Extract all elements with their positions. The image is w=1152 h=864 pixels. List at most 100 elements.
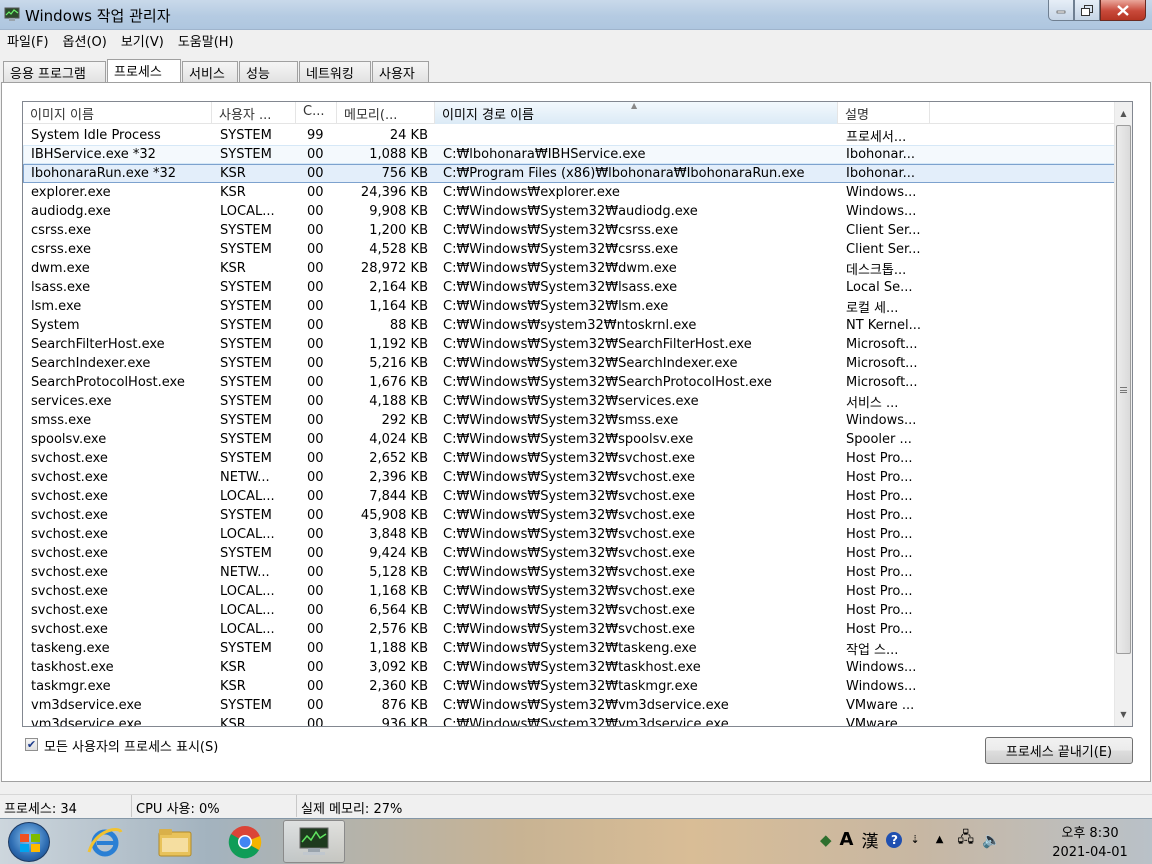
process-description-cell: 작업 스... (846, 643, 899, 658)
process-user-cell: KSR (220, 679, 246, 694)
ime-mode-icon[interactable]: A (840, 829, 854, 850)
table-row[interactable]: csrss.exe SYSTEM 00 4,528 KB C:₩Windows₩Syst… (23, 240, 1115, 259)
table-row[interactable]: lsm.exe SYSTEM 00 1,164 KB C:₩Windows₩System… (23, 297, 1115, 316)
taskbar-internet-explorer[interactable] (74, 820, 136, 863)
process-path-cell: C:₩Windows₩System32₩spoolsv.exe (443, 432, 694, 447)
process-list[interactable]: 이미지 이름 사용자 ... C... 메모리(... 이미지 경로 이름 ▲ … (22, 101, 1133, 727)
show-hidden-icons-icon[interactable]: ▲ (936, 834, 944, 845)
column-memory[interactable]: 메모리(... (337, 102, 435, 124)
clock-date: 2021-04-01 (1052, 845, 1128, 860)
process-description-cell: NT Kernel... (846, 318, 922, 333)
process-cpu-cell: 00 (307, 337, 324, 352)
table-row[interactable]: vm3dservice.exe SYSTEM 00 876 KB C:₩Windows₩… (23, 696, 1115, 715)
table-row[interactable]: vm3dservice.exe KSR 00 936 KB C:₩Windows₩Sys… (23, 715, 1115, 726)
process-path-cell: C:₩Program Files (x86)₩lbohonara₩Ibohona… (443, 166, 805, 181)
end-process-button[interactable]: 프로세스 끝내기(E) (985, 737, 1133, 764)
table-row[interactable]: svchost.exe SYSTEM 00 2,652 KB C:₩Windows₩Sy… (23, 449, 1115, 468)
table-row[interactable]: SearchProtocolHost.exe SYSTEM 00 1,676 KB C:… (23, 373, 1115, 392)
table-row[interactable]: svchost.exe SYSTEM 00 45,908 KB C:₩Windows₩S… (23, 506, 1115, 525)
table-row[interactable]: svchost.exe NETW... 00 2,396 KB C:₩Windows₩S… (23, 468, 1115, 487)
language-bar-icon[interactable]: ◆ (820, 831, 832, 849)
table-row[interactable]: svchost.exe NETW... 00 5,128 KB C:₩Windows₩S… (23, 563, 1115, 582)
table-row[interactable]: taskmgr.exe KSR 00 2,360 KB C:₩Windows₩Syste… (23, 677, 1115, 696)
tab-services[interactable]: 서비스 (182, 61, 238, 82)
tab-applications[interactable]: 응용 프로그램 (3, 61, 106, 82)
process-memory-cell: 28,972 KB (360, 261, 428, 276)
process-user-cell: SYSTEM (220, 641, 272, 656)
close-button[interactable] (1100, 0, 1146, 21)
table-row[interactable]: services.exe SYSTEM 00 4,188 KB C:₩Windows₩S… (23, 392, 1115, 411)
menu-view[interactable]: 보기(V) (114, 30, 171, 50)
process-cpu-cell: 00 (307, 185, 324, 200)
tab-users[interactable]: 사용자 (372, 61, 429, 82)
table-row[interactable]: audiodg.exe LOCAL... 00 9,908 KB C:₩Windows₩… (23, 202, 1115, 221)
maximize-button[interactable] (1074, 0, 1100, 21)
column-user-name[interactable]: 사용자 ... (212, 102, 296, 124)
taskbar-chrome[interactable] (214, 820, 276, 863)
ime-hanja-icon[interactable]: 漢 (861, 827, 878, 852)
column-description[interactable]: 설명 (838, 102, 930, 124)
table-row[interactable]: spoolsv.exe SYSTEM 00 4,024 KB C:₩Windows₩Sy… (23, 430, 1115, 449)
process-description-cell: Host Pro... (846, 470, 913, 485)
process-name-cell: svchost.exe (31, 508, 108, 523)
process-path-cell: C:₩Windows₩System32₩SearchIndexer.exe (443, 356, 738, 371)
table-row[interactable]: svchost.exe SYSTEM 00 9,424 KB C:₩Windows₩Sy… (23, 544, 1115, 563)
table-row[interactable]: smss.exe SYSTEM 00 292 KB C:₩Windows₩System3… (23, 411, 1115, 430)
volume-icon[interactable]: 🔈 (982, 831, 1001, 849)
scroll-down-arrow-icon[interactable]: ▼ (1115, 706, 1132, 723)
table-row[interactable]: SearchFilterHost.exe SYSTEM 00 1,192 KB C:₩W… (23, 335, 1115, 354)
network-icon[interactable]: 🖧 (957, 827, 974, 852)
process-memory-cell: 1,676 KB (369, 375, 428, 390)
process-cpu-cell: 99 (307, 128, 324, 143)
column-image-name[interactable]: 이미지 이름 (23, 102, 212, 124)
tab-performance[interactable]: 성능 (239, 61, 298, 82)
menu-help[interactable]: 도움말(H) (171, 30, 241, 50)
table-row[interactable]: dwm.exe KSR 00 28,972 KB C:₩Windows₩System32… (23, 259, 1115, 278)
ime-options-icon[interactable]: ⇣ (910, 833, 919, 846)
table-row[interactable]: svchost.exe LOCAL... 00 1,168 KB C:₩Windows₩… (23, 582, 1115, 601)
show-all-users-label[interactable]: 모든 사용자의 프로세스 표시(S) (44, 736, 218, 755)
vertical-scrollbar[interactable]: ▲ ▼ (1114, 102, 1132, 726)
table-row[interactable]: SearchIndexer.exe SYSTEM 00 5,216 KB C:₩Wind… (23, 354, 1115, 373)
process-user-cell: SYSTEM (220, 128, 272, 143)
table-row[interactable]: taskeng.exe SYSTEM 00 1,188 KB C:₩Windows₩Sy… (23, 639, 1115, 658)
help-icon[interactable]: ? (886, 831, 903, 848)
tab-networking[interactable]: 네트워킹 (299, 61, 371, 82)
process-description-cell: Host Pro... (846, 508, 913, 523)
process-memory-cell: 5,128 KB (369, 565, 428, 580)
table-row[interactable]: svchost.exe LOCAL... 00 2,576 KB C:₩Windows₩… (23, 620, 1115, 639)
tab-processes[interactable]: 프로세스 (107, 59, 181, 82)
table-row[interactable]: svchost.exe LOCAL... 00 6,564 KB C:₩Windows₩… (23, 601, 1115, 620)
column-cpu[interactable]: C... (296, 102, 337, 124)
minimize-button[interactable] (1048, 0, 1074, 21)
process-name-cell: audiodg.exe (31, 204, 111, 219)
process-cpu-cell: 00 (307, 394, 324, 409)
taskbar-task-manager[interactable] (283, 820, 345, 863)
table-row[interactable]: svchost.exe LOCAL... 00 3,848 KB C:₩Windows₩… (23, 525, 1115, 544)
title-bar[interactable]: Windows 작업 관리자 (0, 0, 1152, 30)
table-row[interactable]: IBHService.exe *32 SYSTEM 00 1,088 KB C:₩lbo… (23, 145, 1115, 164)
process-user-cell: SYSTEM (220, 546, 272, 561)
column-image-path[interactable]: 이미지 경로 이름 ▲ (435, 102, 838, 124)
process-cpu-cell: 00 (307, 489, 324, 504)
scrollbar-thumb[interactable] (1116, 125, 1131, 654)
process-memory-cell: 24,396 KB (360, 185, 428, 200)
table-row[interactable]: csrss.exe SYSTEM 00 1,200 KB C:₩Windows₩Syst… (23, 221, 1115, 240)
scroll-up-arrow-icon[interactable]: ▲ (1115, 105, 1132, 122)
process-name-cell: svchost.exe (31, 527, 108, 542)
table-row[interactable]: svchost.exe LOCAL... 00 7,844 KB C:₩Windows₩… (23, 487, 1115, 506)
table-row[interactable]: lsass.exe SYSTEM 00 2,164 KB C:₩Windows₩Syst… (23, 278, 1115, 297)
table-row[interactable]: explorer.exe KSR 00 24,396 KB C:₩Windows₩exp… (23, 183, 1115, 202)
process-description-cell: Windows... (846, 185, 917, 200)
menu-file[interactable]: 파일(F) (0, 30, 56, 50)
clock[interactable]: 오후 8:30 2021-04-01 (1040, 824, 1140, 862)
process-name-cell: spoolsv.exe (31, 432, 107, 447)
start-button[interactable] (8, 822, 50, 862)
table-row[interactable]: System SYSTEM 00 88 KB C:₩Windows₩system32₩n… (23, 316, 1115, 335)
table-row[interactable]: System Idle Process SYSTEM 99 24 KB 프로세서... (23, 126, 1115, 145)
table-row[interactable]: taskhost.exe KSR 00 3,092 KB C:₩Windows₩Syst… (23, 658, 1115, 677)
taskbar-explorer[interactable] (144, 820, 206, 863)
show-all-users-checkbox[interactable]: ✔ (25, 738, 38, 751)
menu-options[interactable]: 옵션(O) (56, 30, 114, 50)
table-row[interactable]: IbohonaraRun.exe *32 KSR 00 756 KB C:₩Progra… (23, 164, 1115, 183)
